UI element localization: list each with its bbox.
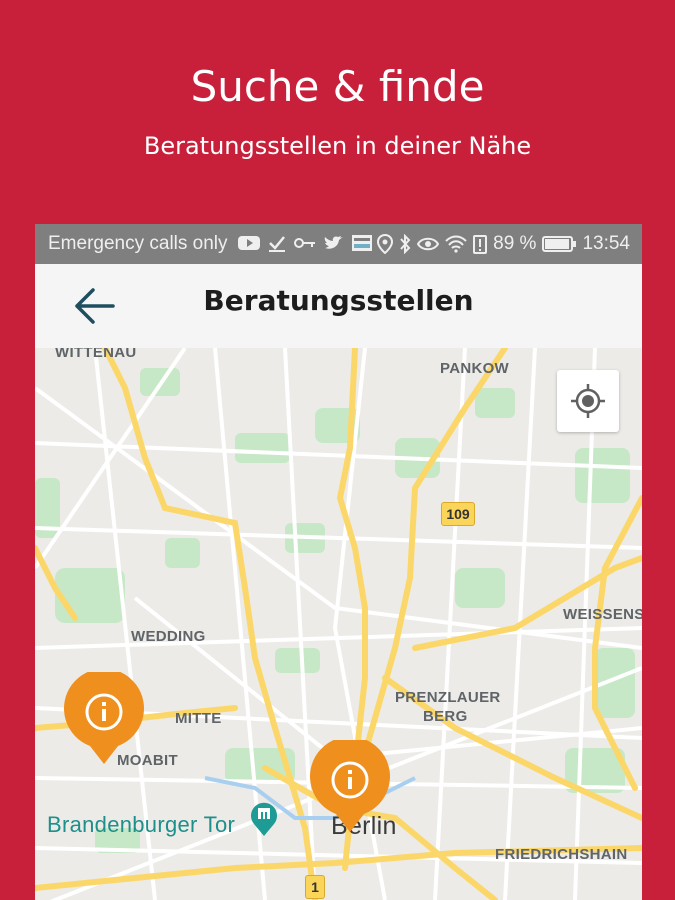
map-label-wedding: WEDDING (131, 628, 206, 645)
map-pin-info-moabit[interactable] (64, 672, 144, 768)
map-label-mitte: MITTE (175, 710, 222, 727)
battery-alert-icon (473, 235, 488, 254)
map-label-friedrichshain: FRIEDRICHSHAIN (495, 846, 628, 863)
bluetooth-icon (400, 234, 411, 254)
map-pin-info-berlin[interactable] (310, 740, 390, 836)
eye-icon (417, 237, 440, 251)
clock: 13:54 (582, 233, 630, 254)
app-bar: Beratungsstellen (35, 264, 642, 349)
map-view[interactable]: WITTENAU PANKOW WEDDING WEISSENSE MITTE … (35, 348, 642, 900)
page-title: Beratungsstellen (203, 284, 474, 317)
hero-subtitle: Beratungsstellen in deiner Nähe (143, 132, 532, 160)
map-label-weissensee: WEISSENSE (563, 606, 642, 623)
news-icon (352, 235, 372, 251)
battery-percent: 89 % (493, 233, 537, 254)
notification-icons (238, 234, 372, 252)
key-icon (294, 238, 315, 248)
wifi-icon (445, 235, 467, 253)
map-label-wittenau: WITTENAU (55, 348, 137, 361)
battery-icon (542, 236, 577, 252)
youtube-icon (238, 236, 260, 250)
phone-screen: Emergency calls only 89 % 13:54 Beratung… (35, 224, 642, 900)
carrier-text: Emergency calls only (48, 233, 228, 254)
map-label-berg: BERG (423, 708, 468, 725)
download-check-icon (269, 236, 285, 252)
map-label-prenzlauer: PRENZLAUER (395, 689, 501, 706)
locate-me-button[interactable] (557, 370, 619, 432)
map-label-pankow: PANKOW (440, 360, 510, 377)
hero-title: Suche & finde (190, 62, 485, 111)
route-shield-109: 109 (441, 502, 475, 526)
location-icon (377, 234, 394, 254)
map-label-brandenburger-tor: Brandenburger Tor (47, 812, 236, 837)
crosshair-icon (571, 384, 605, 418)
status-right: 89 % 13:54 (377, 233, 630, 255)
route-shield-1: 1 (305, 875, 325, 899)
status-bar: Emergency calls only 89 % 13:54 (35, 224, 642, 264)
landmark-icon (251, 802, 277, 836)
twitter-icon (324, 236, 343, 249)
